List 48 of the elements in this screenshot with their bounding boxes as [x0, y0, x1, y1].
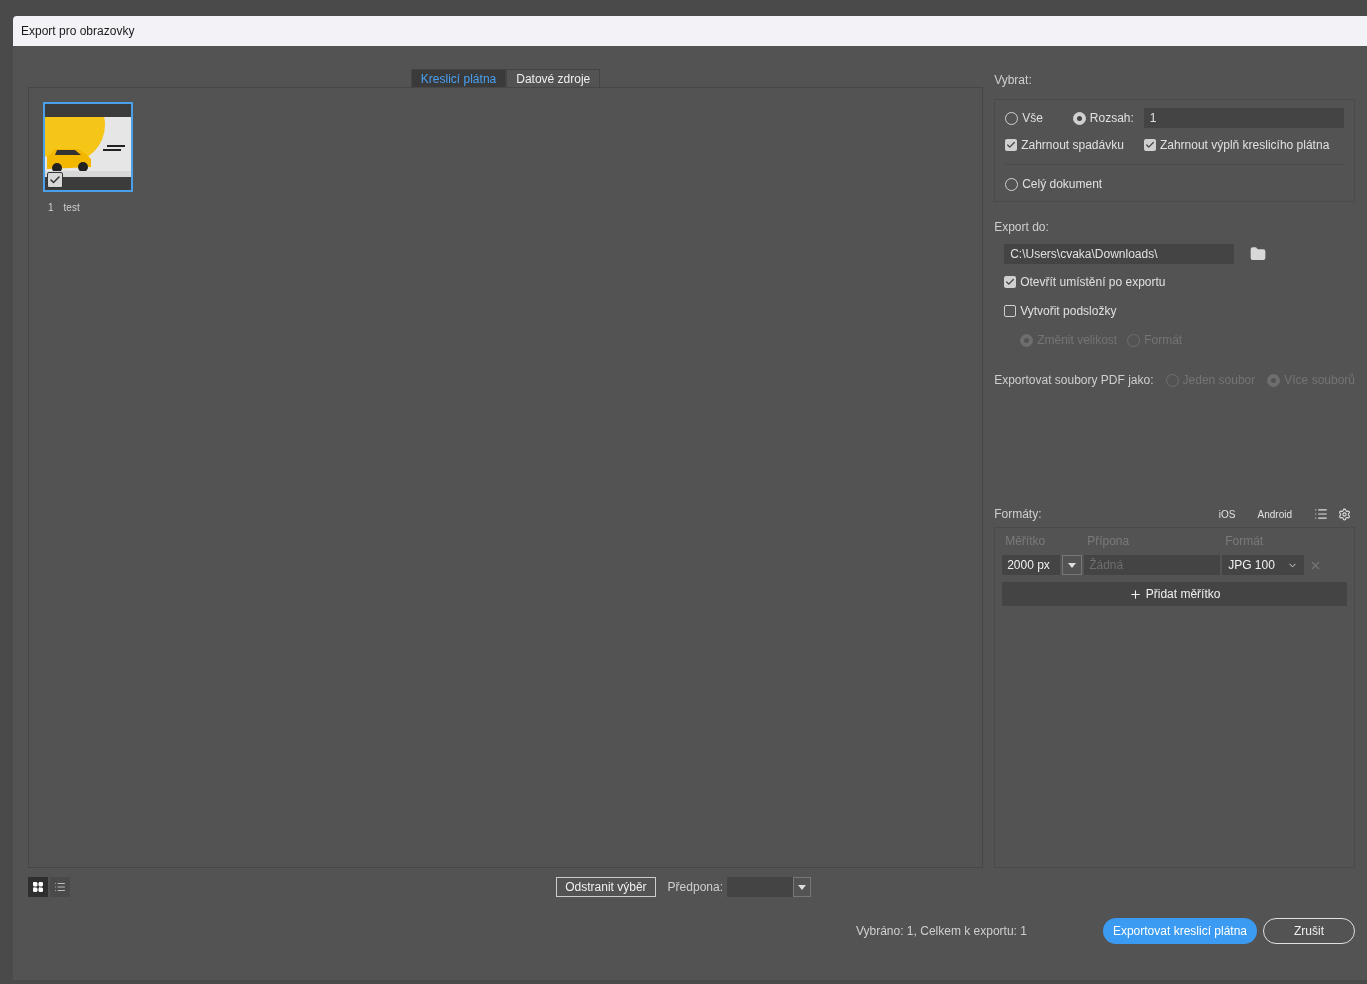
scale-field[interactable]: 2000 px	[1002, 555, 1061, 575]
preset-button[interactable]: iOS	[1218, 506, 1236, 522]
section-label: Export do:	[994, 219, 1050, 236]
settings-icon[interactable]	[1338, 507, 1351, 521]
tab[interactable]: Kreslicí plátna	[410, 69, 507, 87]
artboard-number: 1	[48, 201, 54, 215]
checkbox-label: Otevřít umístění po exportu	[1020, 274, 1166, 291]
status-text: Vybráno: 1, Celkem k exportu: 1	[855, 923, 1027, 940]
artboard-thumbnail[interactable]	[43, 102, 133, 192]
add-scale-button[interactable]: Přidat měřítko	[1002, 582, 1347, 606]
checkbox[interactable]	[47, 172, 63, 188]
tab[interactable]: Datové zdroje	[506, 69, 601, 87]
prefix-field[interactable]	[727, 877, 793, 897]
radio-label: Vše	[1022, 110, 1043, 127]
check-icon	[49, 174, 61, 186]
grid-icon	[32, 881, 44, 893]
checkbox[interactable]	[1004, 276, 1017, 288]
section-label: Vybrat:	[994, 72, 1033, 89]
path-field[interactable]: C:\Users\cvaka\Downloads\	[1004, 244, 1235, 264]
window-title: Export pro obrazovky	[21, 23, 135, 40]
preset-button[interactable]: Android	[1257, 506, 1292, 522]
checkbox-label: Vytvořit podsložky	[1020, 303, 1117, 320]
checkbox-label: Zahrnout výplň kreslicího plátna	[1159, 137, 1330, 154]
remove-selection-button[interactable]: Odstranit výběr	[556, 877, 656, 897]
check-icon	[1006, 140, 1017, 150]
list-icon	[54, 881, 66, 893]
checkbox[interactable]	[1005, 139, 1018, 151]
grid-view-button[interactable]	[28, 877, 48, 897]
scale-dropdown-button[interactable]	[1062, 555, 1083, 575]
range-field[interactable]: 1	[1143, 108, 1344, 128]
caret-icon	[1068, 562, 1077, 568]
prefix-dropdown-button[interactable]	[793, 877, 811, 897]
caret-icon	[798, 884, 806, 890]
prefix-label: Předpona:	[667, 879, 723, 896]
check-icon	[1005, 277, 1016, 287]
radio-label: Rozsah:	[1089, 110, 1134, 127]
checkbox-label: Zahrnout spadávku	[1021, 137, 1124, 154]
section-label: Exportovat soubory PDF jako:	[994, 372, 1154, 389]
artboard-name: test	[63, 201, 80, 215]
check-icon	[1144, 140, 1155, 150]
radio-label: Celý dokument	[1022, 176, 1103, 193]
list-view-button[interactable]	[50, 877, 70, 897]
plus-icon	[1128, 587, 1142, 601]
checkbox[interactable]	[1143, 139, 1156, 151]
list-icon[interactable]	[1314, 507, 1328, 521]
section-label: Formáty:	[994, 506, 1043, 523]
folder-icon[interactable]	[1250, 246, 1267, 262]
format-dropdown[interactable]: JPG 100	[1222, 555, 1305, 575]
